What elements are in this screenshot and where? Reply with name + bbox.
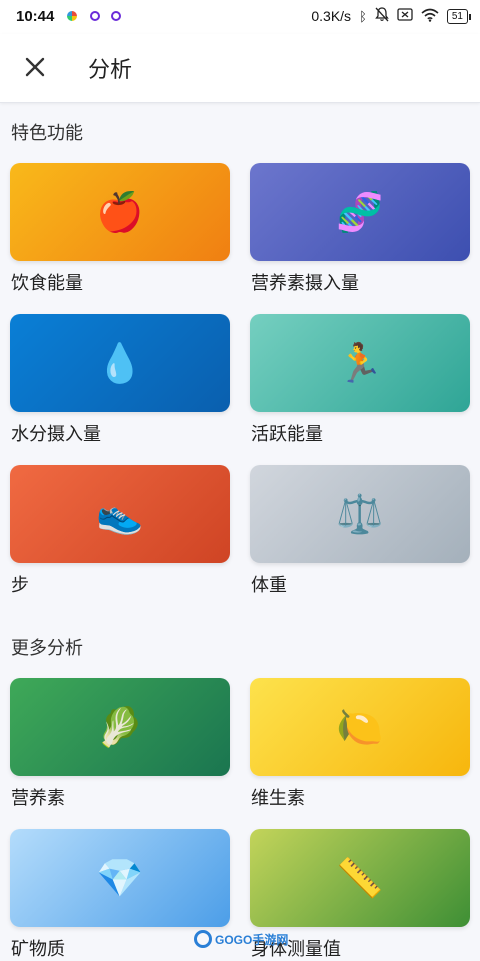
app-notification-icon <box>90 11 100 21</box>
sneaker-icon: 👟 <box>96 492 144 536</box>
lemon-icon: 🍋 <box>336 705 384 749</box>
app-notification-icon <box>67 11 77 21</box>
tile-leafy-green[interactable]: 🥬 <box>10 678 230 776</box>
tile-label[interactable]: 饮食能量 <box>11 269 83 295</box>
tile-ruler[interactable]: 📏 <box>250 829 470 927</box>
watermark-logo-icon <box>194 930 212 948</box>
status-bar: 10:44 0.3K/s ᛒ 51 <box>0 0 480 34</box>
tile-label[interactable]: 活跃能量 <box>251 420 323 446</box>
tile-lemon[interactable]: 🍋 <box>250 678 470 776</box>
leafy-green-icon: 🥬 <box>96 705 144 749</box>
battery-icon: 51 <box>446 8 472 24</box>
tile-label[interactable]: 营养素 <box>11 784 65 810</box>
app-bar: 分析 <box>0 34 480 103</box>
page-title: 分析 <box>88 58 133 83</box>
status-time: 10:44 <box>16 8 55 25</box>
tile-dna[interactable]: 🧬 <box>250 163 470 261</box>
running-person-icon: 🏃 <box>336 341 384 385</box>
section-title-featured: 特色功能 <box>11 123 83 144</box>
tile-label[interactable]: 体重 <box>251 571 287 597</box>
gem-icon: 💎 <box>96 856 144 900</box>
tile-label[interactable]: 营养素摄入量 <box>251 269 359 295</box>
wifi-icon <box>421 8 439 25</box>
app-notification-icon <box>111 11 121 21</box>
section-title-more: 更多分析 <box>11 638 83 659</box>
tile-sneaker[interactable]: 👟 <box>10 465 230 563</box>
tile-apple[interactable]: 🍎 <box>10 163 230 261</box>
no-sim-icon <box>397 8 413 24</box>
ruler-icon: 📏 <box>336 856 384 900</box>
watermark: GOGO手游网 <box>194 930 288 948</box>
tile-label[interactable]: 水分摄入量 <box>11 420 101 446</box>
net-speed: 0.3K/s <box>311 8 352 24</box>
tile-label[interactable]: 维生素 <box>251 784 305 810</box>
bluetooth-icon: ᛒ <box>359 8 367 24</box>
tile-balance-scale[interactable]: ⚖️ <box>250 465 470 563</box>
mute-bell-icon <box>375 7 389 25</box>
balance-scale-icon: ⚖️ <box>336 492 384 536</box>
tile-label[interactable]: 矿物质 <box>11 935 65 961</box>
watermark-text: GOGO手游网 <box>215 932 289 947</box>
apple-icon: 🍎 <box>96 190 144 234</box>
tile-water-drop[interactable]: 💧 <box>10 314 230 412</box>
dna-icon: 🧬 <box>336 190 384 234</box>
tile-label[interactable]: 步 <box>11 571 29 597</box>
tile-running-person[interactable]: 🏃 <box>250 314 470 412</box>
close-icon[interactable] <box>18 50 52 84</box>
tile-gem[interactable]: 💎 <box>10 829 230 927</box>
water-drop-icon: 💧 <box>96 341 144 385</box>
